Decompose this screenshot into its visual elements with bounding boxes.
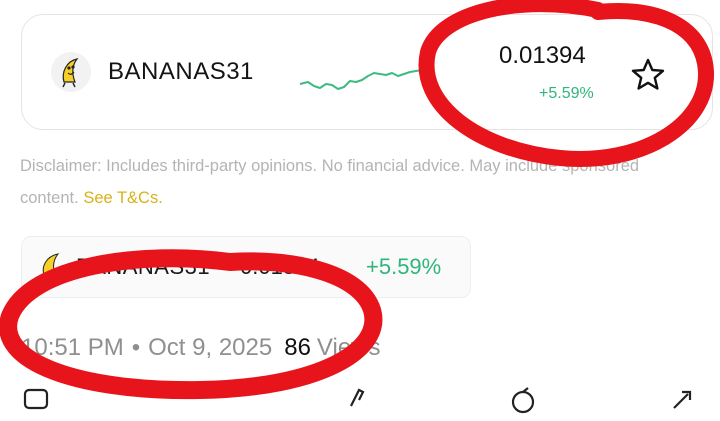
comment-icon[interactable] bbox=[22, 386, 52, 416]
post-time: 10:51 PM bbox=[21, 334, 124, 361]
post-meta: 10:51 PM • Oct 9, 2025 86 Views bbox=[21, 334, 381, 362]
views-count: 86 bbox=[284, 334, 311, 361]
like-icon[interactable] bbox=[345, 386, 375, 416]
asset-name: BANANAS31 bbox=[108, 58, 254, 85]
chip-price: 0.01394 bbox=[240, 254, 320, 279]
star-icon[interactable] bbox=[628, 55, 668, 95]
meta-separator: • bbox=[131, 334, 141, 361]
chip-asset-name: BANANAS31 bbox=[76, 254, 211, 279]
repost-icon[interactable] bbox=[190, 386, 220, 416]
asset-price: 0.01394 bbox=[499, 42, 586, 69]
views-label: Views bbox=[316, 334, 381, 361]
chip-change: +5.59% bbox=[366, 254, 442, 279]
price-sparkline bbox=[299, 69, 423, 90]
share-icon[interactable] bbox=[668, 386, 698, 416]
post-date: Oct 9, 2025 bbox=[148, 334, 273, 361]
asset-change: +5.59% bbox=[539, 85, 594, 102]
disclaimer: Disclaimer: Includes third-party opinion… bbox=[20, 150, 700, 214]
banana-icon bbox=[36, 250, 66, 280]
banana-mascot-icon bbox=[51, 52, 91, 92]
tip-icon[interactable] bbox=[508, 386, 538, 416]
terms-link[interactable]: See T&Cs. bbox=[83, 189, 162, 207]
